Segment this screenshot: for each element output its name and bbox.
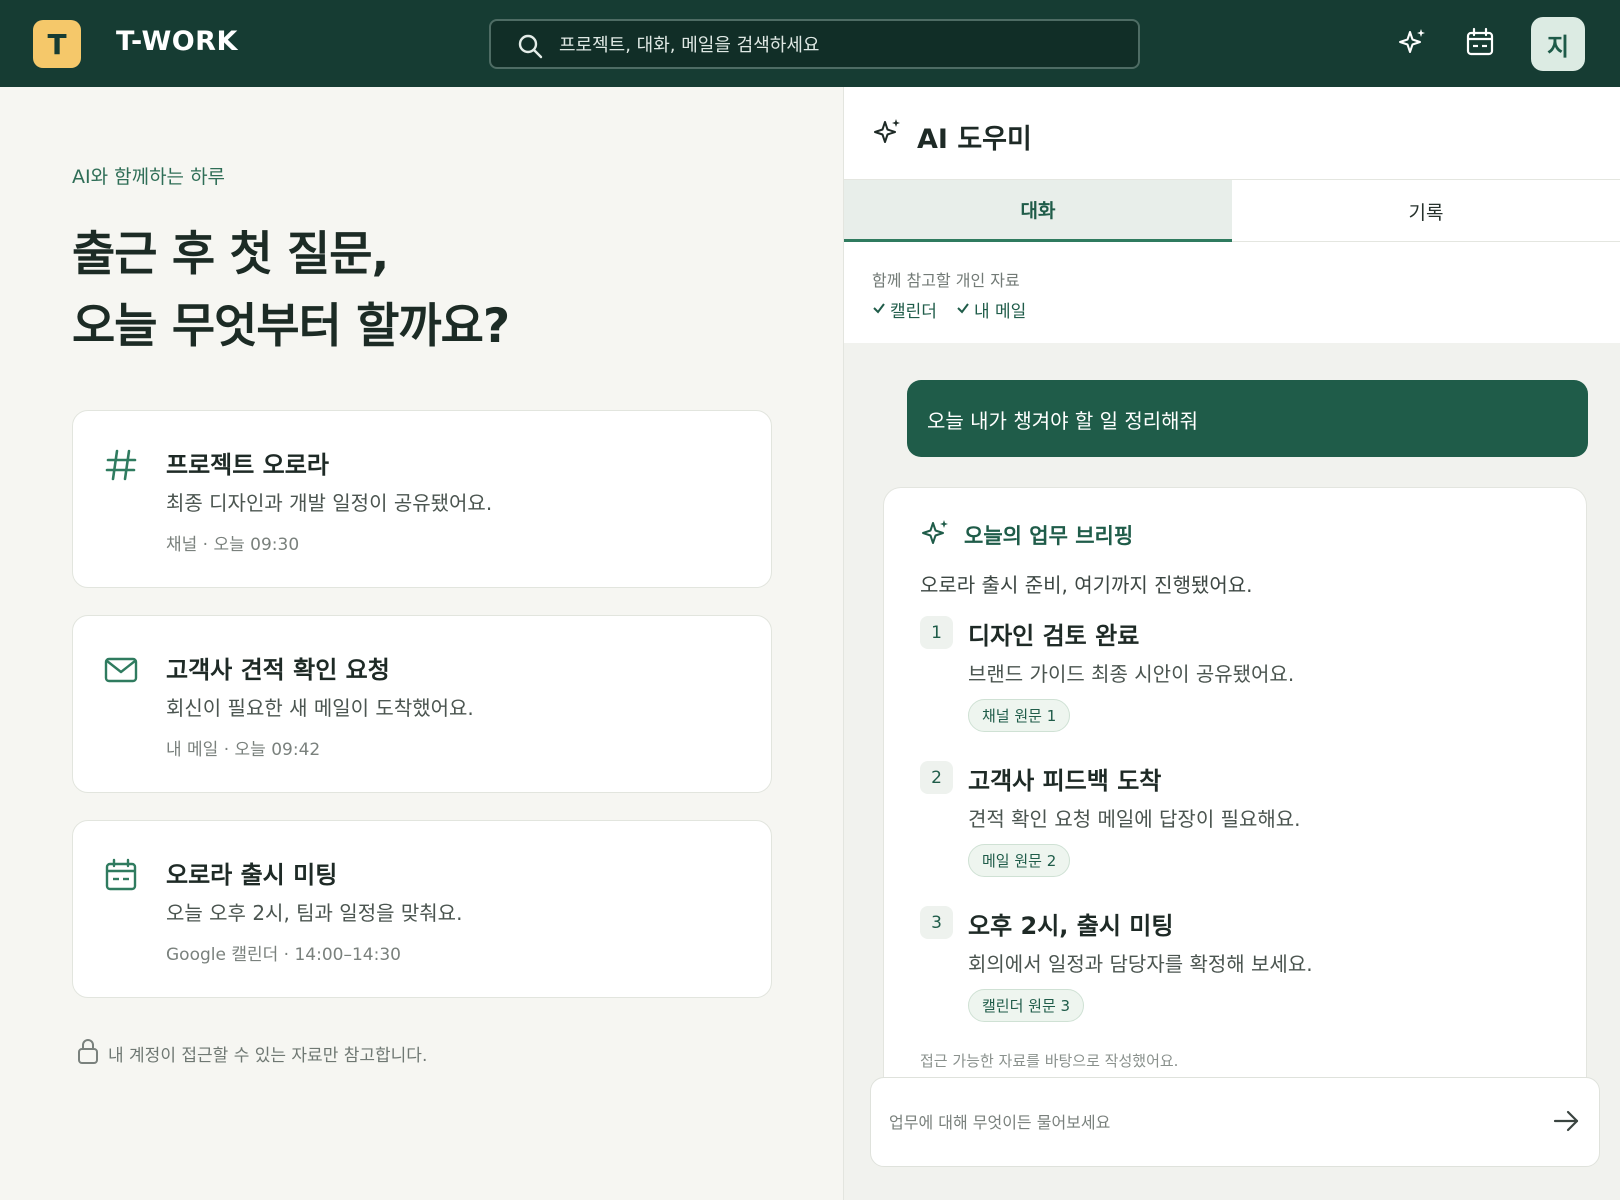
card-meta: Google 캘린더 · 14:00–14:30	[166, 945, 401, 965]
privacy-note: 내 계정이 접근할 수 있는 자료만 참고합니다.	[76, 1037, 427, 1069]
card-description: 오늘 오후 2시, 팀과 일정을 맞춰요.	[166, 901, 463, 925]
eyebrow-text: AI와 함께하는 하루	[72, 166, 226, 188]
calendar-icon	[1465, 27, 1495, 61]
headline-line-1: 출근 후 첫 질문,	[72, 227, 389, 282]
ai-sparkle-button[interactable]	[1393, 24, 1433, 64]
send-button[interactable]	[1547, 1104, 1585, 1142]
card-title: 프로젝트 오로라	[166, 451, 329, 479]
search-icon	[517, 33, 543, 63]
lock-icon	[76, 1037, 100, 1069]
item-title: 고객사 피드백 도착	[968, 767, 1162, 795]
context-sources: 함께 참고할 개인 자료 캘린더 내 메일	[844, 242, 1620, 343]
item-title: 오후 2시, 출시 미팅	[968, 912, 1174, 940]
item-title: 디자인 검토 완료	[968, 622, 1140, 650]
briefing-title: 오늘의 업무 브리핑	[964, 524, 1134, 548]
arrow-right-icon	[1552, 1107, 1580, 1139]
privacy-text: 내 계정이 접근할 수 있는 자료만 참고합니다.	[108, 1045, 428, 1066]
sparkle-icon	[1398, 27, 1428, 61]
feed-card-project[interactable]: 프로젝트 오로라 최종 디자인과 개발 일정이 공유됐어요. 채널 · 오늘 0…	[72, 410, 772, 588]
assistant-header: AI 도우미	[844, 87, 1620, 179]
ai-assistant-panel: AI 도우미 대화 기록 함께 참고할 개인 자료 캘린더 내 메일 오늘 내가…	[843, 87, 1620, 1200]
source-chip[interactable]: 메일 원문 2	[968, 844, 1071, 877]
item-number: 3	[920, 906, 953, 939]
check-icon	[872, 300, 886, 320]
feed-card-meeting[interactable]: 오로라 출시 미팅 오늘 오후 2시, 팀과 일정을 맞춰요. Google 캘…	[72, 820, 772, 998]
card-title: 고객사 견적 확인 요청	[166, 656, 390, 684]
card-meta: 내 메일 · 오늘 09:42	[166, 740, 321, 760]
assistant-title: AI 도우미	[917, 124, 1032, 155]
assistant-tabs: 대화 기록	[844, 179, 1620, 242]
briefing-footnote: 접근 가능한 자료를 바탕으로 작성했어요.	[920, 1052, 1179, 1070]
search-input[interactable]	[559, 31, 1119, 59]
user-message-bubble: 오늘 내가 챙겨야 할 일 정리해줘	[907, 380, 1588, 457]
page-title: 출근 후 첫 질문, 오늘 무엇부터 할까요?	[72, 219, 510, 363]
search-box[interactable]	[489, 19, 1140, 69]
context-label: 함께 참고할 개인 자료	[872, 271, 1020, 290]
context-item-label: 캘린더	[890, 302, 937, 322]
app-logo[interactable]: T	[33, 20, 81, 68]
user-avatar[interactable]: 지	[1531, 17, 1585, 71]
item-number: 1	[920, 616, 953, 649]
item-description: 견적 확인 요청 메일에 답장이 필요해요.	[968, 807, 1301, 831]
calendar-button[interactable]	[1460, 24, 1500, 64]
tab-chat[interactable]: 대화	[844, 180, 1232, 242]
context-calendar-toggle[interactable]: 캘린더	[872, 297, 937, 322]
calendar-icon	[103, 857, 139, 893]
mail-icon	[103, 652, 139, 688]
sparkle-icon	[921, 518, 951, 552]
item-number: 2	[920, 761, 953, 794]
card-description: 최종 디자인과 개발 일정이 공유됐어요.	[166, 491, 493, 515]
briefing-card: 오늘의 업무 브리핑 오로라 출시 준비, 여기까지 진행됐어요. 1 디자인 …	[883, 487, 1587, 1087]
hash-icon	[103, 447, 139, 483]
card-meta: 채널 · 오늘 09:30	[166, 535, 300, 555]
top-bar: T T-WORK 지	[0, 0, 1620, 87]
tab-history[interactable]: 기록	[1232, 180, 1620, 242]
sparkle-icon	[873, 117, 903, 151]
source-chip[interactable]: 채널 원문 1	[968, 699, 1071, 732]
item-description: 브랜드 가이드 최종 시안이 공유됐어요.	[968, 662, 1295, 686]
context-item-label: 내 메일	[974, 302, 1027, 322]
feed-card-mail[interactable]: 고객사 견적 확인 요청 회신이 필요한 새 메일이 도착했어요. 내 메일 ·…	[72, 615, 772, 793]
chat-input[interactable]	[889, 1108, 1509, 1136]
app-name: T-WORK	[116, 26, 238, 57]
source-chip[interactable]: 캘린더 원문 3	[968, 989, 1085, 1022]
item-description: 회의에서 일정과 담당자를 확정해 보세요.	[968, 952, 1313, 976]
home-pane: AI와 함께하는 하루 출근 후 첫 질문, 오늘 무엇부터 할까요? 프로젝트…	[0, 87, 843, 1200]
card-title: 오로라 출시 미팅	[166, 861, 338, 889]
headline-line-2: 오늘 무엇부터 할까요?	[72, 299, 510, 354]
briefing-summary: 오로라 출시 준비, 여기까지 진행됐어요.	[920, 573, 1253, 597]
chat-composer[interactable]	[870, 1077, 1600, 1167]
context-mail-toggle[interactable]: 내 메일	[956, 297, 1026, 322]
check-icon	[956, 300, 970, 320]
card-description: 회신이 필요한 새 메일이 도착했어요.	[166, 696, 474, 720]
